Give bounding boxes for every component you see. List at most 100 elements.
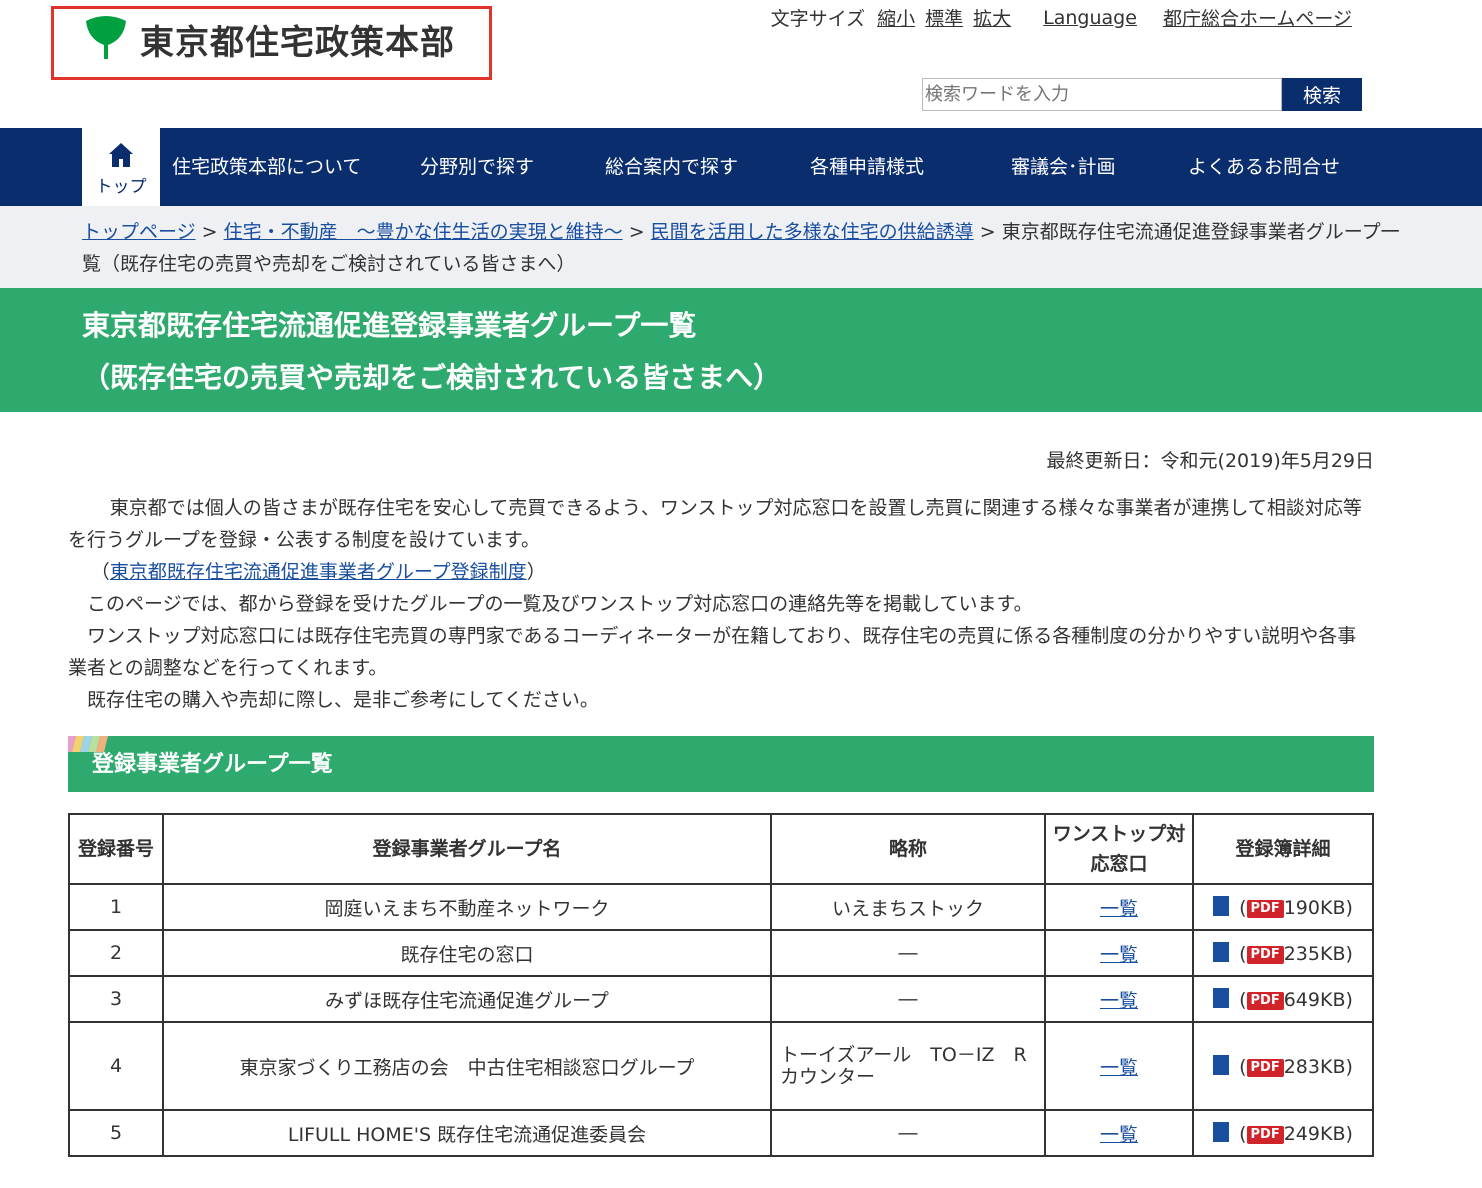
table-row: 4 東京家づくり工務店の会 中古住宅相談窓口グループ トーイズアール TO－IZ… <box>68 1021 1374 1111</box>
intro-paragraph-3: このページでは、都から登録を受けたグループの一覧及びワンストップ対応窓口の連絡先… <box>87 593 1033 615</box>
table-row: 3 みずほ既存住宅流通促進グループ ― 一覧 (PDF 649KB) <box>68 975 1374 1023</box>
one-stop-list-link[interactable]: 一覧 <box>1100 990 1138 1012</box>
registry-pdf-link[interactable] <box>1213 1054 1239 1078</box>
nav-about[interactable]: 住宅政策本部について <box>172 128 361 206</box>
cell-reg-no: 5 <box>68 1109 164 1157</box>
rainbow-stripes-decoration <box>68 736 108 752</box>
document-icon <box>1213 987 1230 1008</box>
cell-group-name: 既存住宅の窓口 <box>162 929 772 977</box>
cell-group-name: みずほ既存住宅流通促進グループ <box>162 975 772 1023</box>
intro-paragraph-1: 東京都では個人の皆さまが既存住宅を安心して売買できるよう、ワンストップ対応窓口を… <box>68 497 1362 551</box>
search-input[interactable] <box>922 78 1282 111</box>
pdf-size: 649KB <box>1283 988 1346 1011</box>
breadcrumb-separator: > <box>628 221 645 243</box>
nav-home-label: トップ <box>95 177 147 197</box>
font-large-link[interactable]: 拡大 <box>973 4 1011 31</box>
ginkgo-leaf-icon <box>86 16 126 59</box>
nav-guide[interactable]: 総合案内で探す <box>605 128 738 206</box>
one-stop-list-link[interactable]: 一覧 <box>1100 944 1138 966</box>
cell-group-name: LIFULL HOME'S 既存住宅流通促進委員会 <box>162 1109 772 1157</box>
cell-abbreviation: ― <box>770 929 1046 977</box>
intro-paragraph-4: ワンストップ対応窓口には既存住宅売買の専門家であるコーディネーターが在籍しており… <box>68 625 1357 679</box>
pdf-icon: PDF <box>1246 899 1284 918</box>
page-title-line2: （既存住宅の売買や売却をご検討されている皆さまへ） <box>82 361 782 394</box>
registry-pdf-link[interactable] <box>1213 1121 1239 1145</box>
registration-system-link[interactable]: 東京都既存住宅流通促進事業者グループ登録制度 <box>110 561 527 583</box>
nav-by-field[interactable]: 分野別で探す <box>420 128 534 206</box>
utility-links: 文字サイズ 縮小 標準 拡大 Language 都庁総合ホームページ <box>771 4 1362 31</box>
header-reg-no: 登録番号 <box>68 813 164 885</box>
home-icon <box>109 143 133 167</box>
header: 東京都住宅政策本部 文字サイズ 縮小 標準 拡大 Language 都庁総合ホー… <box>0 0 1482 128</box>
cell-abbreviation: いえまちストック <box>770 883 1046 931</box>
pdf-icon: PDF <box>1246 1058 1284 1077</box>
cell-registry-detail: (PDF 649KB) <box>1192 975 1374 1023</box>
pdf-size: 249KB <box>1283 1122 1346 1145</box>
breadcrumb-separator: > <box>201 221 218 243</box>
table-row: 1 岡庭いえまち不動産ネットワーク いえまちストック 一覧 (PDF 190KB) <box>68 883 1374 931</box>
table-row: 2 既存住宅の窓口 ― 一覧 (PDF 235KB) <box>68 929 1374 977</box>
breadcrumb: トップページ > 住宅・不動産 ～豊かな住生活の実現と維持～ > 民間を活用した… <box>0 206 1482 288</box>
cell-abbreviation: ― <box>770 975 1046 1023</box>
document-icon <box>1213 1121 1230 1142</box>
header-abbreviation: 略称 <box>770 813 1046 885</box>
breadcrumb-housing[interactable]: 住宅・不動産 ～豊かな住生活の実現と維持～ <box>224 221 623 243</box>
one-stop-list-link[interactable]: 一覧 <box>1100 898 1138 920</box>
cell-abbreviation: トーイズアール TO－IZ R カウンター <box>770 1021 1046 1111</box>
search-button[interactable]: 検索 <box>1282 78 1362 111</box>
cell-registry-detail: (PDF 283KB) <box>1192 1021 1374 1111</box>
last-updated: 最終更新日：令和元(2019)年5月29日 <box>1046 450 1374 472</box>
cell-one-stop: 一覧 <box>1044 1109 1194 1157</box>
nav-faq[interactable]: よくあるお問合せ <box>1188 128 1340 206</box>
pdf-icon: PDF <box>1246 945 1284 964</box>
nav-home[interactable]: トップ <box>82 128 160 206</box>
site-title: 東京都住宅政策本部 <box>140 23 455 63</box>
cell-one-stop: 一覧 <box>1044 883 1194 931</box>
cell-registry-detail: (PDF 190KB) <box>1192 883 1374 931</box>
language-link[interactable]: Language <box>1043 7 1137 29</box>
cell-one-stop: 一覧 <box>1044 929 1194 977</box>
nav-councils[interactable]: 審議会･計画 <box>1011 128 1116 206</box>
section-heading: 登録事業者グループ一覧 <box>68 736 1374 792</box>
cell-reg-no: 1 <box>68 883 164 931</box>
header-group-name: 登録事業者グループ名 <box>162 813 772 885</box>
font-size-label: 文字サイズ <box>770 8 866 30</box>
registry-pdf-link[interactable] <box>1213 987 1239 1011</box>
cell-reg-no: 4 <box>68 1021 164 1111</box>
cell-reg-no: 2 <box>68 929 164 977</box>
font-standard-link[interactable]: 標準 <box>925 4 963 31</box>
search-form: 検索 <box>922 78 1362 111</box>
paren-open: （ <box>90 561 110 583</box>
section-title: 登録事業者グループ一覧 <box>92 752 333 777</box>
header-registry-detail: 登録簿詳細 <box>1192 813 1374 885</box>
pdf-size: 190KB <box>1283 896 1346 919</box>
table-row: 5 LIFULL HOME'S 既存住宅流通促進委員会 ― 一覧 (PDF 249… <box>68 1109 1374 1157</box>
cell-abbreviation: ― <box>770 1109 1046 1157</box>
registry-pdf-link[interactable] <box>1213 941 1239 965</box>
breadcrumb-private-supply[interactable]: 民間を活用した多様な住宅の供給誘導 <box>651 221 974 243</box>
cell-group-name: 岡庭いえまち不動産ネットワーク <box>162 883 772 931</box>
header-one-stop: ワンストップ対応窓口 <box>1044 813 1194 885</box>
one-stop-list-link[interactable]: 一覧 <box>1100 1124 1138 1146</box>
page-title: 東京都既存住宅流通促進登録事業者グループ一覧 （既存住宅の売買や売却をご検討され… <box>0 288 1482 412</box>
font-small-link[interactable]: 縮小 <box>877 4 915 31</box>
breadcrumb-top[interactable]: トップページ <box>82 221 196 243</box>
pdf-icon: PDF <box>1246 991 1284 1010</box>
one-stop-list-link[interactable]: 一覧 <box>1100 1057 1138 1079</box>
intro-paragraph-2: （東京都既存住宅流通促進事業者グループ登録制度） <box>68 556 1374 588</box>
intro-text: 東京都では個人の皆さまが既存住宅を安心して売買できるよう、ワンストップ対応窓口を… <box>68 492 1374 716</box>
global-nav: トップ 住宅政策本部について 分野別で探す 総合案内で探す 各種申請様式 審議会… <box>0 128 1482 206</box>
cell-reg-no: 3 <box>68 975 164 1023</box>
nav-forms[interactable]: 各種申請様式 <box>810 128 924 206</box>
gov-home-link[interactable]: 都庁総合ホームページ <box>1163 4 1352 31</box>
breadcrumb-separator: > <box>979 221 996 243</box>
document-icon <box>1213 895 1230 916</box>
cell-one-stop: 一覧 <box>1044 975 1194 1023</box>
registry-pdf-link[interactable] <box>1213 895 1239 919</box>
site-logo[interactable]: 東京都住宅政策本部 <box>51 6 492 80</box>
cell-registry-detail: (PDF 249KB) <box>1192 1109 1374 1157</box>
cell-one-stop: 一覧 <box>1044 1021 1194 1111</box>
paren-close: ） <box>526 561 546 583</box>
table-header-row: 登録番号 登録事業者グループ名 略称 ワンストップ対応窓口 登録簿詳細 <box>68 813 1374 885</box>
pdf-size: 235KB <box>1283 942 1346 965</box>
